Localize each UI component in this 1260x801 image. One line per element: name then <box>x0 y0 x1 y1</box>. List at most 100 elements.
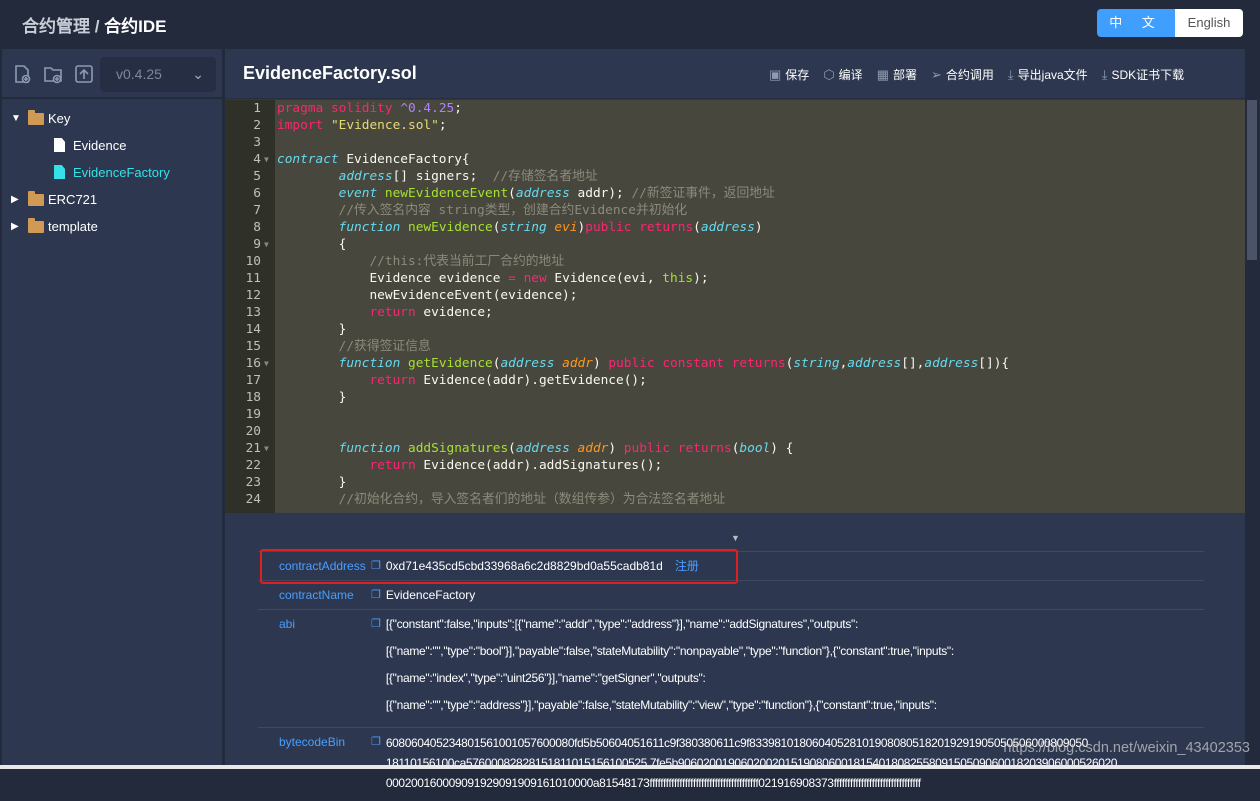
line-number: 22 <box>245 458 261 473</box>
upload-icon[interactable] <box>74 64 94 84</box>
code-text: } <box>277 474 347 491</box>
caret-right-icon[interactable]: ▶ <box>11 213 19 240</box>
code-token: Evidence(evi, <box>546 271 663 286</box>
code-token: new <box>523 271 547 286</box>
code-line: 22 return Evidence(addr).addSignatures()… <box>225 457 1245 474</box>
code-token: newEvidenceEvent(evidence); <box>277 288 578 303</box>
download-icon: ⤓ <box>1101 66 1108 82</box>
code-token: return <box>369 305 416 320</box>
lang-en-button[interactable]: English <box>1175 9 1243 37</box>
value-text: 608060405234801561001057600080fd5b506040… <box>386 729 1186 793</box>
compiler-version-select[interactable]: v0.4.25 ⌄ <box>100 57 216 92</box>
copy-icon[interactable]: ❐ <box>371 611 381 719</box>
code-token: Evidence evidence <box>277 271 509 286</box>
action-label: SDK证书下载 <box>1111 68 1185 82</box>
code-token: EvidenceFactory{ <box>338 152 470 167</box>
code-line: 9 ▼ { <box>225 236 1245 253</box>
tree-item-label: Evidence <box>73 138 127 153</box>
code-token: ; <box>454 101 462 116</box>
row-value: ❐ EvidenceFactory <box>371 582 1204 609</box>
tree-item-evidencefactory[interactable]: EvidenceFactory <box>2 159 222 186</box>
caret-right-icon[interactable]: ▶ <box>11 186 19 213</box>
new-file-icon[interactable] <box>12 64 32 84</box>
code-token: { <box>277 237 347 252</box>
action-3-button[interactable]: ➢ 合约调用 <box>931 66 994 83</box>
code-token: public <box>585 220 632 235</box>
code-token: return <box>369 458 416 473</box>
action-1-button[interactable]: ⬡ 编译 <box>823 66 862 83</box>
line-number: 2 <box>253 118 261 133</box>
breadcrumb-parent[interactable]: 合约管理 <box>22 17 90 36</box>
code-token: this <box>662 271 694 286</box>
line-number: 13 <box>245 305 261 320</box>
language-switch: 中 文 English <box>1097 9 1243 37</box>
row-value: ❐ 608060405234801561001057600080fd5b50604… <box>371 729 1204 793</box>
copy-icon[interactable]: ❐ <box>371 582 381 609</box>
code-token: address <box>500 356 555 371</box>
tree-item-template[interactable]: ▶ template <box>2 213 222 240</box>
panel-toggle-icon[interactable]: ▼ <box>731 533 740 543</box>
value-text: [{"constant":false,"inputs":[{"name":"ad… <box>386 611 1186 719</box>
code-text: function newEvidence (string evi) public r… <box>277 219 763 236</box>
code-token: string <box>793 356 840 371</box>
value-line: 18110156100ca576000828281518110151561005… <box>385 756 1118 770</box>
fold-arrow-icon[interactable]: ▼ <box>264 151 269 168</box>
result-row-bytecodeBin: bytecodeBin ❐ 6080604052348015610010576000… <box>258 727 1204 801</box>
code-text: //this:代表当前工厂合约的地址 <box>277 253 564 270</box>
fold-arrow-icon[interactable]: ▼ <box>264 236 269 253</box>
tree-item-evidence[interactable]: Evidence <box>2 132 222 159</box>
code-editor[interactable]: 1 pragma solidity ^0.4.25; 2 import "Eviden… <box>225 100 1245 513</box>
code-token: ^0.4.25 <box>400 101 455 116</box>
code-text: address[] signers; //存储签名者地址 <box>277 168 598 185</box>
code-token: "Evidence.sol" <box>330 118 439 133</box>
line-number: 11 <box>245 271 261 286</box>
save-icon: ▣ <box>769 66 782 82</box>
value-line: [{"name":"","type":"bool"}],"payable":fa… <box>385 644 954 658</box>
code-line: 14 } <box>225 321 1245 338</box>
action-label: 导出java文件 <box>1017 68 1088 82</box>
action-5-button[interactable]: ⤓ SDK证书下载 <box>1102 66 1184 83</box>
scrollbar-thumb[interactable] <box>1247 100 1257 260</box>
code-token: pragma <box>277 101 324 116</box>
top-bar: 合约管理 / 合约IDE 中 文 English <box>0 0 1260 44</box>
code-token: address <box>515 186 570 201</box>
tree-item-erc721[interactable]: ▶ ERC721 <box>2 186 222 213</box>
value-line: 000200160009091929091909161010000a815481… <box>385 776 921 790</box>
fold-arrow-icon[interactable]: ▼ <box>264 355 269 372</box>
lang-zh-button[interactable]: 中 文 <box>1097 9 1175 37</box>
tree-item-label: Key <box>48 111 71 126</box>
code-line: 11 Evidence evidence = new Evidence(evi,… <box>225 270 1245 287</box>
action-0-button[interactable]: ▣ 保存 <box>769 66 809 83</box>
code-token: //获得签证信息 <box>277 339 431 354</box>
code-token: ( <box>508 186 516 201</box>
row-key: contractName <box>279 588 354 602</box>
action-2-button[interactable]: ▦ 部署 <box>877 66 917 83</box>
result-row-abi: abi ❐ [{"constant":false,"inputs":[{"name"… <box>258 609 1204 727</box>
code-token: //传入签名内容 string类型，创建合约Evidence并初始化 <box>277 203 688 218</box>
code-token: [], <box>901 356 925 371</box>
fold-arrow-icon[interactable]: ▼ <box>264 440 269 457</box>
row-key: abi <box>279 617 296 631</box>
action-label: 保存 <box>785 68 810 82</box>
sidebar-toolbar: v0.4.25 ⌄ <box>2 49 222 99</box>
code-token: evidence; <box>415 305 493 320</box>
line-number: 16 <box>245 356 261 371</box>
new-folder-icon[interactable] <box>43 64 63 84</box>
breadcrumb: 合约管理 / 合约IDE <box>22 12 167 37</box>
code-token: contract <box>277 152 339 167</box>
code-text: //传入签名内容 string类型，创建合约Evidence并初始化 <box>277 202 688 219</box>
code-line: 10 //this:代表当前工厂合约的地址 <box>225 253 1245 270</box>
action-4-button[interactable]: ⤓ 导出java文件 <box>1008 66 1088 83</box>
line-number: 21 <box>245 441 261 456</box>
caret-down-icon[interactable]: ▼ <box>11 105 21 132</box>
tree-item-key[interactable]: ▼ Key <box>2 105 222 132</box>
copy-icon[interactable]: ❐ <box>371 729 381 793</box>
line-number: 1 <box>253 101 261 116</box>
code-line: 19 <box>225 406 1245 423</box>
code-text: Evidence evidence = new Evidence(evi, th… <box>277 270 708 287</box>
code-token: addr <box>577 441 609 456</box>
